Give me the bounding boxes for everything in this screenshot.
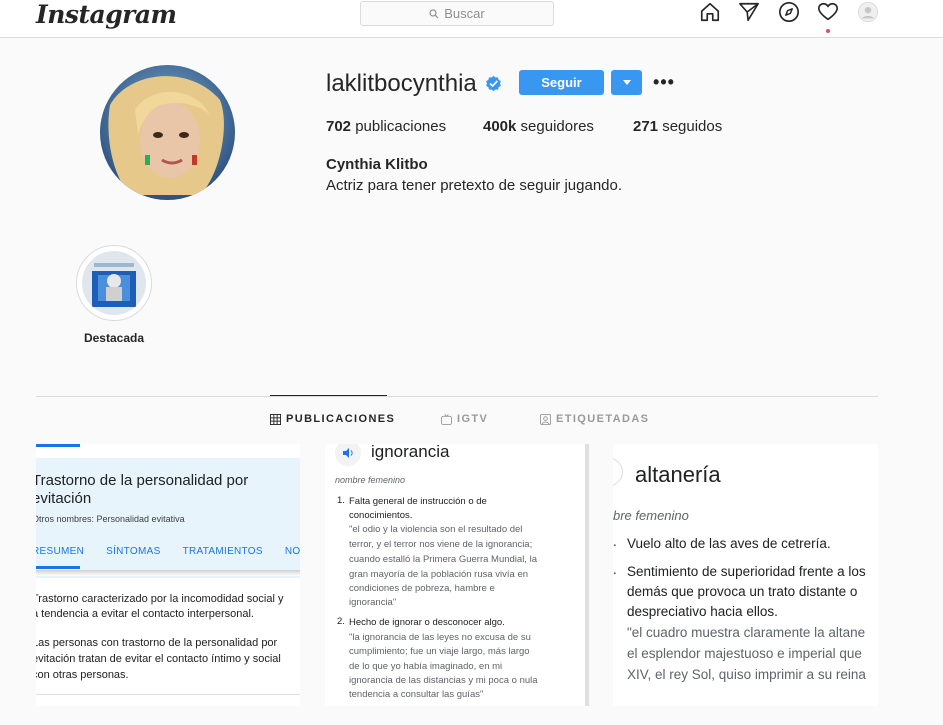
- chevron-down-icon: [622, 80, 631, 85]
- profile-avatar-icon[interactable]: [856, 0, 880, 24]
- tab-publicaciones[interactable]: PUBLICACIONES: [270, 413, 395, 425]
- post3-example-line: el esplendor majestuoso e imperial que: [627, 646, 862, 661]
- post2-example-line: "el odio y la violencia son el resultado…: [349, 524, 523, 535]
- post1-para-line: Trastorno caracterizado por la incomodid…: [36, 593, 284, 605]
- post1-tabs: RESUMEN SÍNTOMAS TRATAMIENTOS NOTI: [36, 546, 300, 557]
- following-stat[interactable]: 271 seguidos: [633, 118, 722, 135]
- post1-title: Trastorno de la personalidad por evitaci…: [36, 472, 249, 507]
- following-label: seguidos: [658, 118, 723, 135]
- post1-para-line: Las personas con trastorno de la persona…: [36, 637, 278, 649]
- post1-tab: NOTI: [284, 546, 300, 557]
- post2-example-line: cuando estalló la Primera Guerra Mundial…: [349, 554, 537, 565]
- post-thumbnail-2[interactable]: ignorancia nombre femenino 1. Falta gene…: [325, 444, 589, 706]
- post2-edge: [585, 444, 589, 706]
- post2-def-line: Falta general de instrucción o de: [349, 496, 487, 507]
- post3-word: altanería: [635, 462, 721, 487]
- post1-shadow: [36, 570, 300, 576]
- tab-igtv[interactable]: IGTV: [441, 413, 488, 425]
- search-icon: [429, 8, 439, 18]
- post1-tab: RESUMEN: [36, 546, 85, 557]
- post3-grammar: bre femenino: [613, 508, 689, 523]
- post1-para-line: a tendencia a evitar el contacto interpe…: [36, 608, 254, 620]
- explore-icon[interactable]: [777, 0, 801, 24]
- profile-full-name: Cynthia Klitbo: [326, 156, 428, 173]
- post1-tab: SÍNTOMAS: [106, 546, 161, 557]
- grid-icon: [270, 413, 281, 425]
- post1-subtitle: Otros nombres: Personalidad evitativa: [36, 514, 185, 524]
- tab-label: PUBLICACIONES: [286, 413, 396, 425]
- tab-label: IGTV: [457, 413, 489, 425]
- followers-count: 400k: [483, 118, 517, 135]
- tab-etiquetadas[interactable]: ETIQUETADAS: [540, 413, 649, 425]
- activity-heart-icon[interactable]: [816, 0, 840, 24]
- post3-bullet: .: [613, 562, 617, 577]
- post1-para-line: evitación tratan de evitar el contacto í…: [36, 653, 281, 665]
- following-count: 271: [633, 118, 659, 135]
- post3-speaker-circle: [613, 458, 623, 486]
- search-input[interactable]: Buscar: [360, 1, 554, 26]
- profile-bio: Actriz para tener pretexto de seguir jug…: [326, 177, 623, 194]
- highlight-thumbnail: [82, 251, 146, 315]
- post1-para-line: con otras personas.: [36, 669, 129, 681]
- suggested-dropdown-button[interactable]: [611, 70, 642, 95]
- direct-icon[interactable]: [737, 0, 761, 24]
- post2-example-line: ignorancia": [349, 597, 397, 608]
- post3-example-line: "el cuadro muestra claramente la altane: [627, 625, 866, 640]
- igtv-icon: [441, 413, 452, 425]
- highlight-label: Destacada: [83, 331, 145, 345]
- post-thumbnail-3[interactable]: altanería bre femenino . Vuelo alto de l…: [613, 444, 878, 706]
- post2-example-line: condiciones de pobreza, hambre e: [349, 583, 495, 594]
- more-options-button[interactable]: •••: [652, 72, 676, 92]
- post3-bullet: .: [613, 534, 617, 549]
- post1-tab: TRATAMIENTOS: [182, 546, 263, 557]
- posts-stat: 702 publicaciones: [326, 118, 446, 135]
- tabs-divider: [36, 396, 878, 397]
- post2-example-line: de lo que yo había imaginado, en mi: [349, 661, 503, 672]
- post2-word: ignorancia: [371, 444, 450, 461]
- post2-example-line: cumplimiento; fue un viaje largo, más la…: [349, 646, 530, 657]
- speaker-icon: [335, 444, 361, 466]
- post3-def-line: Vuelo alto de las aves de cetrería.: [627, 536, 831, 551]
- post1-divider: [36, 694, 300, 695]
- profile-avatar[interactable]: [100, 65, 235, 200]
- home-icon[interactable]: [698, 0, 722, 24]
- story-highlight[interactable]: [76, 245, 152, 321]
- followers-label: seguidores: [516, 118, 594, 135]
- followers-stat[interactable]: 400k seguidores: [483, 118, 594, 135]
- active-tab-indicator: [270, 395, 387, 396]
- post2-example-line: terror, y el terror nos viene de la igno…: [349, 539, 533, 550]
- notification-dot: [826, 29, 830, 33]
- post3-def-line: despreciativo hacia ellos.: [627, 604, 778, 619]
- post2-def-number: 2.: [337, 616, 345, 627]
- follow-button[interactable]: Seguir: [519, 70, 604, 95]
- verified-badge-icon: [486, 75, 501, 92]
- tab-label: ETIQUETADAS: [556, 413, 650, 425]
- posts-count: 702: [326, 118, 352, 135]
- tagged-icon: [540, 413, 551, 425]
- post2-def-line: Hecho de ignorar o desconocer algo.: [349, 617, 505, 628]
- search-placeholder: Buscar: [444, 6, 485, 21]
- instagram-logo[interactable]: Instagram: [36, 0, 177, 29]
- posts-label: publicaciones: [351, 118, 447, 135]
- post3-example-line: XIV, el rey Sol, quiso imprimir a su rei…: [627, 667, 866, 682]
- profile-username: laklitbocynthia: [326, 70, 477, 97]
- post2-def-number: 1.: [337, 495, 345, 506]
- post2-example-line: "la ignorancia de las leyes no excusa de…: [349, 632, 531, 643]
- post1-tab-underline: [36, 566, 80, 569]
- post1-accent-bar: [36, 444, 80, 447]
- post2-grammar: nombre femenino: [335, 475, 406, 485]
- post-thumbnail-1[interactable]: Trastorno de la personalidad por evitaci…: [36, 444, 300, 706]
- post2-def-line: conocimientos.: [349, 510, 413, 521]
- top-navbar: Instagram Buscar: [0, 0, 943, 38]
- post3-def-line: Sentimiento de superioridad frente a los: [627, 564, 866, 579]
- post2-example-line: tendencia a consultar las guías": [349, 689, 484, 700]
- post2-example-line: gran mayoría de la población rusa vivía …: [349, 569, 529, 580]
- post2-example-line: ignorancia de las distancias y mi poca o…: [349, 675, 538, 686]
- post3-def-line: demás que provoca un trato distante o: [627, 584, 858, 599]
